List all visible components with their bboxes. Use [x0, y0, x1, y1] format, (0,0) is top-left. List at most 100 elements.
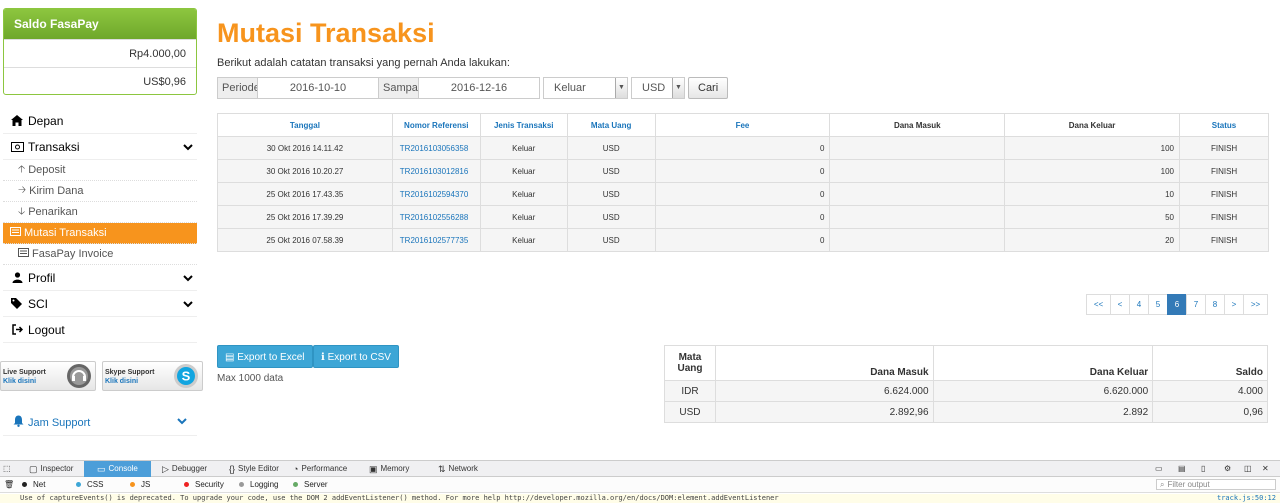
tab-label: Network: [448, 464, 478, 473]
cell-referensi-link[interactable]: TR2016102556288: [391, 205, 481, 229]
transaction-table: Tanggal Nomor Referensi Jenis Transaksi …: [217, 113, 1270, 252]
live-support-banner[interactable]: Live Support Klik disini: [0, 361, 96, 391]
sidebar-item-label: Profil: [28, 270, 56, 285]
tab-debugger[interactable]: ▷ Debugger: [162, 461, 207, 477]
page-8-button[interactable]: 8: [1205, 294, 1225, 315]
cell-tanggal: 30 Okt 2016 14.11.42: [217, 136, 393, 160]
console-message-text: Use of captureEvents() is deprecated. To…: [20, 494, 779, 502]
cell-referensi-link[interactable]: TR2016103056358: [391, 136, 481, 160]
column-header-tanggal[interactable]: Tanggal: [217, 113, 393, 137]
tab-network[interactable]: ⇅ Network: [438, 461, 478, 477]
page-7-button[interactable]: 7: [1186, 294, 1206, 315]
responsive-design-icon[interactable]: ▭: [1155, 461, 1163, 477]
column-header-nomor-referensi[interactable]: Nomor Referensi: [391, 113, 481, 137]
console-filter-bar: 🗑 Net CSS JS Security Logging Server ⌕ Fi…: [0, 477, 1280, 493]
scratchpad-icon[interactable]: ▤: [1178, 461, 1186, 477]
page-last-button[interactable]: >>: [1243, 294, 1268, 315]
tab-style-editor[interactable]: {} Style Editor: [229, 461, 279, 477]
filter-logging[interactable]: Logging: [239, 479, 278, 490]
column-header-jenis-transaksi[interactable]: Jenis Transaksi: [479, 113, 568, 137]
currency-select[interactable]: USD ▼: [631, 77, 685, 99]
sampai-input[interactable]: 2016-12-16: [418, 77, 540, 99]
sidebar-subitem-fasapay-invoice[interactable]: FasaPay Invoice: [3, 244, 197, 265]
style-editor-icon: {}: [229, 464, 236, 474]
cell-mata-uang: USD: [566, 159, 656, 183]
sidebar-item-depan[interactable]: Depan: [3, 108, 197, 134]
security-dot-icon: [184, 482, 189, 487]
sidebar-subitem-kirim-dana[interactable]: 🡢 Kirim Dana: [3, 181, 197, 202]
cell-referensi-link[interactable]: TR2016103012816: [391, 159, 481, 183]
dock-icon[interactable]: ◫: [1244, 461, 1252, 477]
cell-mata-uang: USD: [566, 205, 656, 229]
tab-console[interactable]: ▭ Console: [84, 461, 151, 477]
skype-icon: S: [173, 363, 199, 389]
date-filter: Periode 2016-10-10 Sampai 2016-12-16: [217, 77, 540, 99]
page-6-button[interactable]: 6: [1167, 294, 1187, 315]
summary-dana-keluar: 6.620.000: [932, 380, 1154, 402]
column-header-dana-keluar: Dana Keluar: [1004, 113, 1180, 137]
search-button[interactable]: Cari: [688, 77, 729, 99]
split-console-icon[interactable]: ▯: [1201, 461, 1205, 477]
column-header-status[interactable]: Status: [1178, 113, 1270, 137]
filter-net[interactable]: Net: [22, 479, 45, 490]
tab-memory[interactable]: ▣ Memory: [369, 461, 409, 477]
filter-js[interactable]: JS: [130, 479, 150, 490]
page-5-button[interactable]: 5: [1148, 294, 1168, 315]
export-csv-button[interactable]: ℹ Export to CSV: [313, 345, 399, 368]
sidebar-subitem-penarikan[interactable]: 🡣 Penarikan: [3, 202, 197, 223]
pick-element-icon[interactable]: ⬚: [3, 461, 11, 477]
cell-tanggal: 25 Okt 2016 17.39.29: [217, 205, 393, 229]
arrow-up-icon: 🡡: [18, 163, 26, 175]
sidebar-item-transaksi[interactable]: Transaksi: [3, 134, 197, 160]
sidebar-subitem-mutasi-transaksi[interactable]: Mutasi Transaksi: [3, 223, 197, 244]
console-message-source[interactable]: track.js:50:12: [1217, 494, 1276, 503]
settings-gear-icon[interactable]: ⚙: [1224, 461, 1231, 477]
jam-support[interactable]: Jam Support: [3, 410, 197, 436]
bell-icon: [13, 415, 24, 430]
summary-dana-masuk: 2.892,96: [714, 401, 934, 423]
sidebar-item-logout[interactable]: Logout: [3, 317, 197, 343]
sidebar-subitem-deposit[interactable]: 🡡 Deposit: [3, 160, 197, 181]
saldo-box: Saldo FasaPay Rp4.000,00 US$0,96: [3, 8, 197, 95]
arrow-right-icon: 🡢: [18, 184, 27, 196]
cell-referensi-link[interactable]: TR2016102577735: [391, 228, 481, 252]
tab-inspector[interactable]: ▢ Inspector: [26, 461, 82, 477]
periode-input[interactable]: 2016-10-10: [257, 77, 379, 99]
chevron-down-icon: [183, 271, 193, 285]
cell-status: FINISH: [1178, 228, 1270, 252]
cell-dana-masuk: [829, 182, 1006, 206]
tab-label: Style Editor: [238, 464, 279, 473]
sidebar-item-sci[interactable]: SCI: [3, 291, 197, 317]
filter-output-input[interactable]: ⌕ Filter output: [1156, 479, 1276, 490]
column-header-fee[interactable]: Fee: [654, 113, 831, 137]
filter-icon: ⌕: [1160, 480, 1165, 489]
list-icon: [18, 248, 29, 260]
cell-referensi-link[interactable]: TR2016102594370: [391, 182, 481, 206]
cell-tanggal: 25 Okt 2016 17.43.35: [217, 182, 393, 206]
filter-security[interactable]: Security: [184, 479, 224, 490]
cell-dana-masuk: [829, 136, 1006, 160]
skype-support-banner[interactable]: Skype Support Klik disini S: [102, 361, 203, 391]
page-first-button[interactable]: <<: [1086, 294, 1111, 315]
sidebar-item-label: Transaksi: [28, 139, 80, 154]
chevron-down-icon: [183, 297, 193, 311]
svg-text:S: S: [182, 369, 191, 384]
network-icon: ⇅: [438, 464, 446, 474]
trash-icon[interactable]: 🗑: [4, 479, 14, 490]
tab-performance[interactable]: ◔ Performance: [293, 461, 347, 477]
filter-server[interactable]: Server: [293, 479, 328, 490]
close-icon[interactable]: ✕: [1262, 461, 1269, 477]
page-next-button[interactable]: >: [1224, 294, 1244, 315]
summary-currency: IDR: [664, 380, 716, 402]
page-4-button[interactable]: 4: [1129, 294, 1149, 315]
sidebar-item-profil[interactable]: Profil: [3, 265, 197, 291]
filter-css[interactable]: CSS: [76, 479, 103, 490]
column-header-mata-uang[interactable]: Mata Uang: [566, 113, 656, 137]
export-excel-button[interactable]: ▤ Export to Excel: [217, 345, 313, 368]
cell-fee: 0: [654, 205, 831, 229]
jam-support-label: Jam Support: [28, 416, 91, 429]
dropdown-arrow-icon: ▼: [615, 78, 627, 98]
transaction-type-select[interactable]: Keluar ▼: [543, 77, 628, 99]
pagination: << < 4 5 6 7 8 > >>: [1086, 294, 1268, 315]
page-prev-button[interactable]: <: [1110, 294, 1130, 315]
